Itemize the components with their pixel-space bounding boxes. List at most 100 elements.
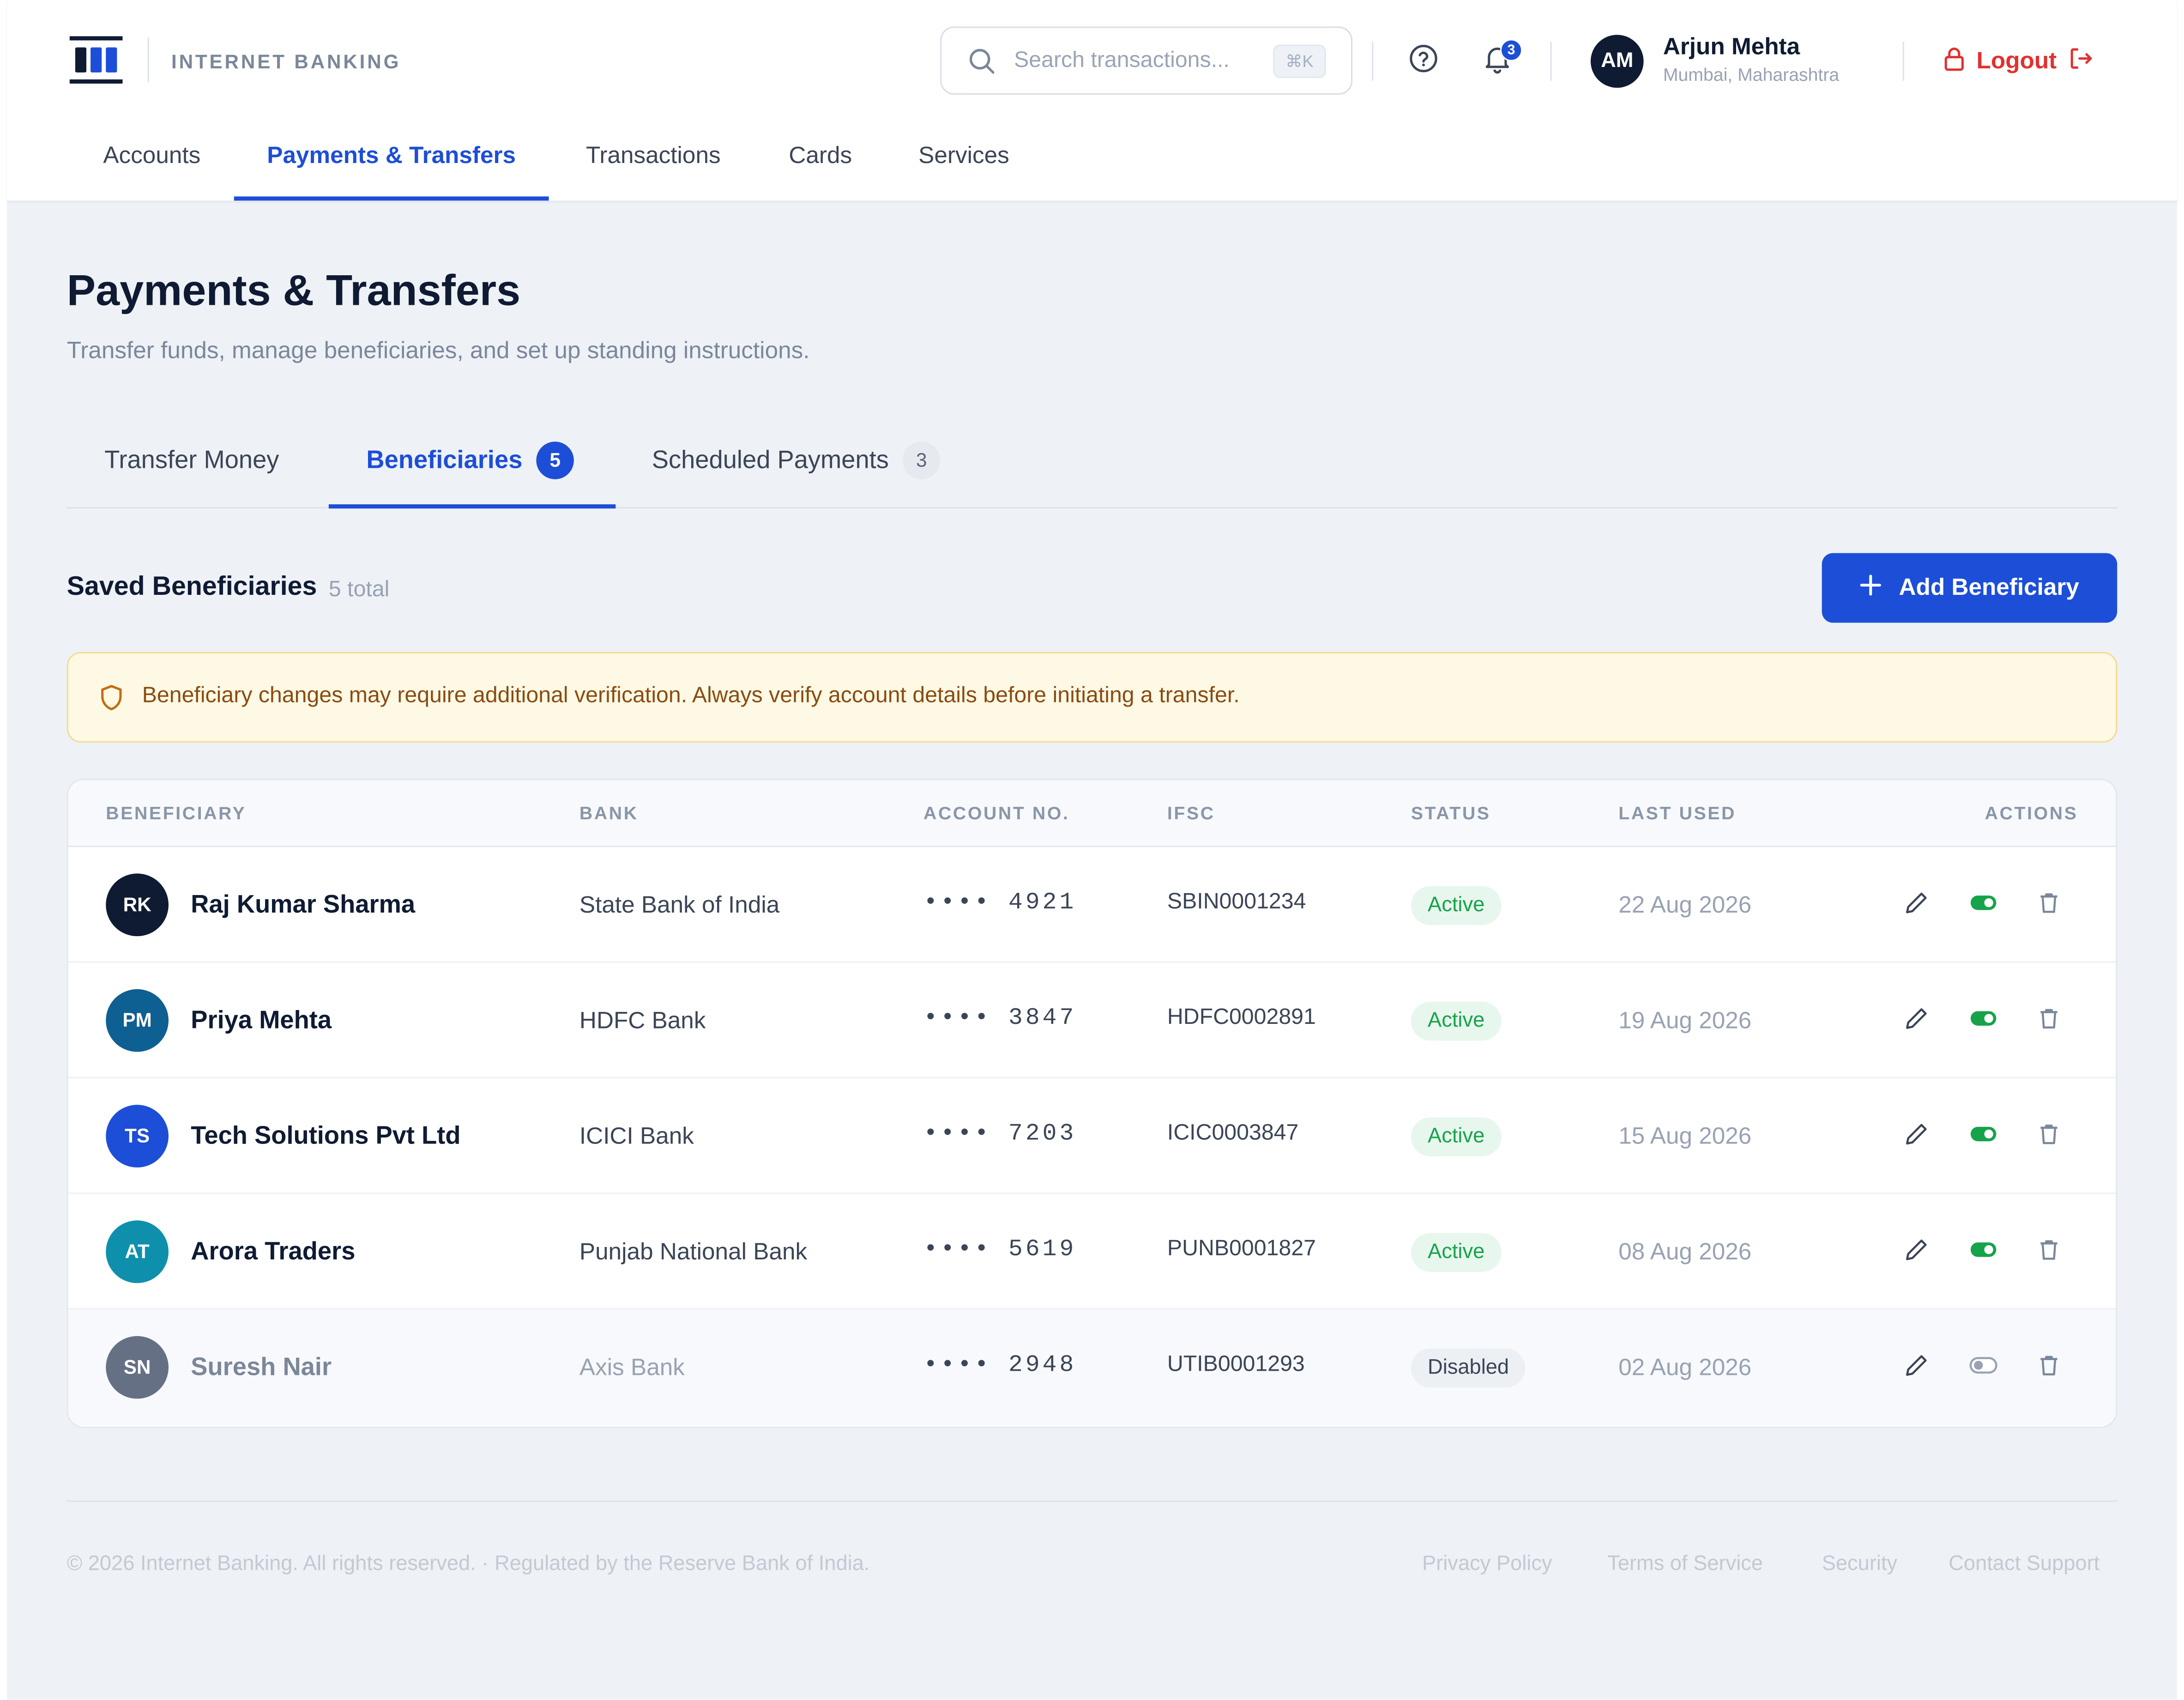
- delete-button[interactable]: [2033, 1237, 2064, 1268]
- help-button[interactable]: [1404, 42, 1443, 80]
- footer-privacy-link[interactable]: Privacy Policy: [1422, 1552, 1552, 1575]
- delete-button[interactable]: [2033, 1353, 2064, 1383]
- toggle-switch[interactable]: [1968, 1121, 1998, 1152]
- user-location: Mumbai, Maharashtra: [1663, 64, 1840, 85]
- bank-name: HDFC Bank: [579, 1007, 706, 1034]
- table-row[interactable]: AT Arora Traders Punjab National Bank •••• …: [68, 1194, 2116, 1310]
- edit-button[interactable]: [1901, 1121, 1932, 1152]
- help-icon: [1408, 42, 1439, 80]
- add-beneficiary-button[interactable]: Add Beneficiary: [1822, 553, 2118, 623]
- nav-accounts[interactable]: Accounts: [96, 111, 207, 200]
- column-account: ACCOUNT NO.: [923, 802, 1070, 823]
- column-ifsc: IFSC: [1167, 802, 1215, 823]
- search-input[interactable]: [1014, 44, 1262, 78]
- column-actions: ACTIONS: [1985, 802, 2078, 823]
- user-avatar[interactable]: AM: [1590, 35, 1644, 88]
- bank-name: State Bank of India: [579, 891, 780, 918]
- column-bank: BANK: [579, 802, 639, 823]
- edit-button[interactable]: [1901, 890, 1932, 921]
- status-badge: Active: [1411, 1233, 1502, 1272]
- account-number: •••• 4921: [923, 890, 1077, 917]
- page-tabs: Transfer Money Beneficiaries 5 Scheduled …: [66, 412, 2118, 509]
- beneficiary-name: Suresh Nair: [191, 1353, 332, 1381]
- brand-divider: [147, 37, 149, 82]
- column-status: STATUS: [1411, 802, 1491, 823]
- app-frame: INTERNET BANKING ⌘K 3 AM Arjun Mehta Mum…: [7, 0, 2177, 1700]
- delete-button[interactable]: [2033, 1006, 2064, 1036]
- toggle-switch[interactable]: [1968, 1237, 1998, 1268]
- tab-count: 3: [903, 442, 941, 479]
- edit-button[interactable]: [1901, 1353, 1932, 1383]
- nav-cards[interactable]: Cards: [783, 111, 858, 200]
- nav-services[interactable]: Services: [911, 111, 1017, 200]
- status-badge: Disabled: [1411, 1349, 1526, 1388]
- account-number: •••• 3847: [923, 1005, 1077, 1033]
- trash-icon: [2036, 1352, 2061, 1384]
- delete-button[interactable]: [2033, 1121, 2064, 1152]
- tab-beneficiaries[interactable]: Beneficiaries 5: [366, 412, 574, 507]
- bank-name: Axis Bank: [579, 1354, 685, 1381]
- verification-alert: Beneficiary changes may require addition…: [66, 652, 2118, 743]
- notifications-button[interactable]: 3: [1478, 39, 1523, 80]
- brand-name: INTERNET BANKING: [171, 50, 401, 73]
- top-header: INTERNET BANKING ⌘K 3 AM Arjun Mehta Mum…: [7, 0, 2177, 201]
- footer-terms-link[interactable]: Terms of Service: [1607, 1552, 1763, 1575]
- page-title: Payments & Transfers: [66, 266, 521, 315]
- nav-transactions[interactable]: Transactions: [575, 111, 731, 200]
- footer-security-link[interactable]: Security: [1822, 1552, 1897, 1575]
- beneficiary-avatar: PM: [106, 989, 169, 1052]
- footer-divider: [66, 1500, 2118, 1502]
- beneficiary-avatar: SN: [106, 1336, 169, 1399]
- beneficiaries-table: BENEFICIARY BANK ACCOUNT NO. IFSC STATUS…: [66, 779, 2118, 1428]
- delete-button[interactable]: [2033, 890, 2064, 921]
- status-badge: Active: [1411, 1001, 1502, 1041]
- trash-icon: [2036, 1121, 2061, 1153]
- status-badge: Active: [1411, 886, 1502, 926]
- ifsc-code: SBIN0001234: [1167, 890, 1306, 914]
- ifsc-code: PUNB0001827: [1167, 1237, 1316, 1261]
- table-row[interactable]: SN Suresh Nair Axis Bank •••• 2948 UTIB00012…: [68, 1309, 2116, 1425]
- header-divider: [1550, 42, 1552, 81]
- page-subtitle: Transfer funds, manage beneficiaries, an…: [66, 337, 810, 364]
- bank-logo[interactable]: [69, 36, 123, 84]
- logout-icon: [2068, 45, 2093, 77]
- ifsc-code: ICIC0003847: [1167, 1121, 1299, 1145]
- beneficiary-name: Raj Kumar Sharma: [191, 890, 416, 918]
- ifsc-code: UTIB0001293: [1167, 1353, 1305, 1377]
- beneficiary-avatar: AT: [106, 1220, 169, 1283]
- tab-scheduled-payments[interactable]: Scheduled Payments 3: [652, 412, 941, 507]
- toggle-switch[interactable]: [1968, 1006, 1998, 1036]
- edit-button[interactable]: [1901, 1006, 1932, 1036]
- section-count: 5 total: [328, 578, 390, 602]
- pencil-icon: [1904, 1236, 1929, 1268]
- status-badge: Active: [1411, 1117, 1502, 1156]
- bank-name: Punjab National Bank: [579, 1238, 808, 1265]
- table-row[interactable]: PM Priya Mehta HDFC Bank •••• 3847 HDFC00028…: [68, 962, 2116, 1078]
- tab-active-indicator: [328, 504, 616, 509]
- column-beneficiary: BENEFICIARY: [106, 802, 247, 823]
- account-number: •••• 7203: [923, 1121, 1077, 1148]
- pencil-icon: [1904, 1005, 1929, 1037]
- footer-contact-link[interactable]: Contact Support: [1949, 1552, 2100, 1575]
- logout-button[interactable]: Logout: [1943, 45, 2093, 78]
- edit-button[interactable]: [1901, 1237, 1932, 1268]
- last-used-date: 19 Aug 2026: [1618, 1007, 1752, 1034]
- tab-badge: 5: [536, 442, 574, 479]
- logout-label: Logout: [1976, 47, 2057, 74]
- user-name: Arjun Mehta: [1663, 33, 1800, 60]
- account-number: •••• 5619: [923, 1237, 1077, 1264]
- beneficiary-avatar: TS: [106, 1105, 169, 1168]
- search-box[interactable]: ⌘K: [940, 26, 1353, 95]
- toggle-switch[interactable]: [1968, 1353, 1998, 1383]
- nav-payments-transfers[interactable]: Payments & Transfers: [234, 111, 549, 200]
- toggle-switch[interactable]: [1968, 890, 1998, 921]
- table-row[interactable]: RK Raj Kumar Sharma State Bank of India •••…: [68, 847, 2116, 963]
- toggle-on-icon: [1969, 893, 1997, 918]
- tab-label: Scheduled Payments: [652, 446, 889, 474]
- beneficiary-avatar: RK: [106, 873, 169, 937]
- beneficiary-name: Priya Mehta: [191, 1005, 332, 1034]
- table-row[interactable]: TS Tech Solutions Pvt Ltd ICICI Bank •••• 7…: [68, 1078, 2116, 1194]
- header-divider: [1372, 42, 1374, 81]
- tab-transfer-money[interactable]: Transfer Money: [104, 412, 279, 507]
- ifsc-code: HDFC0002891: [1167, 1005, 1316, 1030]
